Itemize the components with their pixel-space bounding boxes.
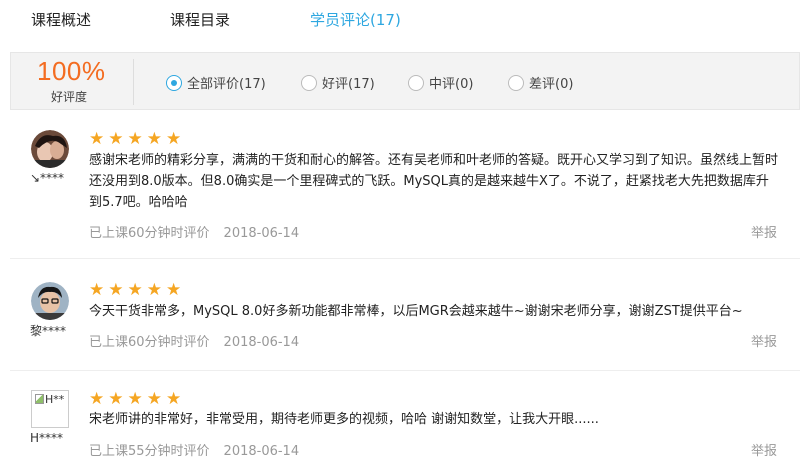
avatar[interactable]: H** <box>31 390 69 428</box>
tab-overview[interactable]: 课程概述 <box>31 9 91 30</box>
class-time: 已上课60分钟时评价 <box>89 226 210 241</box>
filter-positive-label: 好评(17) <box>322 77 375 92</box>
divider <box>133 59 134 105</box>
filter-neutral[interactable]: 中评(0) <box>408 73 473 92</box>
avatar[interactable] <box>31 130 69 168</box>
positive-rate: 100% <box>37 56 106 86</box>
radio-icon[interactable] <box>508 75 524 91</box>
username: 黎**** <box>30 324 67 338</box>
review-text: 感谢宋老师的精彩分享，满满的干货和耐心的解答。还有吴老师和叶老师的答疑。既开心又… <box>89 153 779 210</box>
username: H**** <box>30 431 64 445</box>
avatar[interactable] <box>31 282 69 320</box>
filter-negative-label: 差评(0) <box>529 77 574 92</box>
username: ↘**** <box>30 171 65 185</box>
review-meta: 已上课60分钟时评价 2018-06-14 <box>89 331 299 350</box>
report-link[interactable]: 举报 <box>751 331 777 350</box>
avatar-alt: H** <box>45 393 65 406</box>
filter-positive[interactable]: 好评(17) <box>301 73 375 92</box>
rating-summary: 100% 好评度 全部评价(17) 好评(17) 中评(0) 差评(0) <box>10 52 800 110</box>
star-rating: ★★★★★ <box>89 389 186 409</box>
review-date: 2018-06-14 <box>223 444 300 459</box>
class-time: 已上课55分钟时评价 <box>89 444 210 459</box>
course-tabs: 课程概述 课程目录 学员评论(17) <box>0 0 800 40</box>
review-text: 宋老师讲的非常好，非常受用，期待老师更多的视频，哈哈 谢谢知数堂，让我大开眼..… <box>89 412 599 427</box>
review-date: 2018-06-14 <box>223 335 300 350</box>
positive-rate-label: 好评度 <box>51 90 88 104</box>
review-date: 2018-06-14 <box>223 226 300 241</box>
star-rating: ★★★★★ <box>89 280 186 300</box>
review-meta: 已上课60分钟时评价 2018-06-14 <box>89 222 299 241</box>
tab-reviews[interactable]: 学员评论(17) <box>310 9 401 30</box>
radio-icon[interactable] <box>408 75 424 91</box>
filter-neutral-label: 中评(0) <box>429 77 474 92</box>
review-meta: 已上课55分钟时评价 2018-06-14 <box>89 440 299 459</box>
radio-selected-icon[interactable] <box>166 75 182 91</box>
report-link[interactable]: 举报 <box>751 222 777 241</box>
report-link[interactable]: 举报 <box>751 440 777 459</box>
tab-catalog[interactable]: 课程目录 <box>170 9 230 30</box>
review-text: 今天干货非常多，MySQL 8.0好多新功能都非常棒，以后MGR会越来越牛~谢谢… <box>89 304 743 319</box>
radio-icon[interactable] <box>301 75 317 91</box>
class-time: 已上课60分钟时评价 <box>89 335 210 350</box>
star-rating: ★★★★★ <box>89 129 186 149</box>
divider <box>10 258 800 259</box>
filter-negative[interactable]: 差评(0) <box>508 73 573 92</box>
filter-all-label: 全部评价(17) <box>187 77 266 92</box>
divider <box>10 370 800 371</box>
filter-all[interactable]: 全部评价(17) <box>166 73 266 92</box>
broken-image-icon <box>35 394 44 404</box>
